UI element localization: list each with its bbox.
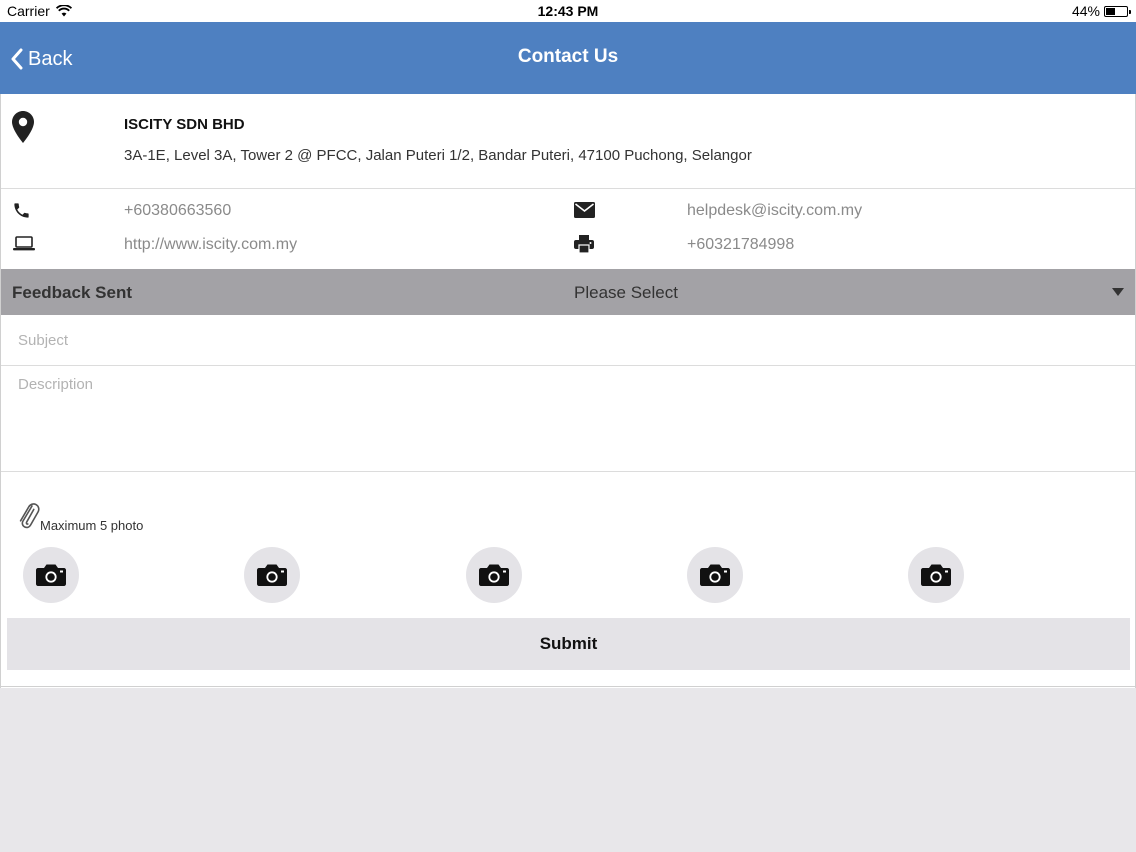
camera-icon xyxy=(257,564,287,586)
battery-fill xyxy=(1106,7,1115,15)
camera-icon xyxy=(479,564,509,586)
website-link[interactable]: http://www.iscity.com.my xyxy=(124,236,297,254)
map-pin-icon xyxy=(12,111,34,143)
envelope-icon xyxy=(574,202,595,218)
add-photo-button-1[interactable] xyxy=(23,547,79,603)
battery-icon xyxy=(1104,5,1131,17)
add-photo-button-2[interactable] xyxy=(244,547,300,603)
description-input[interactable] xyxy=(1,366,1135,472)
caret-down-icon[interactable] xyxy=(1112,288,1124,296)
phone-number[interactable]: +60380663560 xyxy=(124,202,231,220)
printer-icon xyxy=(574,235,594,253)
phone-icon xyxy=(14,203,29,218)
submit-button[interactable]: Submit xyxy=(7,618,1130,670)
laptop-icon xyxy=(13,236,35,251)
add-photo-button-4[interactable] xyxy=(687,547,743,603)
battery-indicator: 44% xyxy=(1071,3,1131,19)
company-address: 3A-1E, Level 3A, Tower 2 @ PFCC, Jalan P… xyxy=(124,147,752,164)
attachment-note: Maximum 5 photo xyxy=(40,518,144,533)
company-name: ISCITY SDN BHD xyxy=(124,116,245,133)
subject-input[interactable] xyxy=(1,315,1135,366)
add-photo-button-3[interactable] xyxy=(466,547,522,603)
camera-icon xyxy=(921,564,951,586)
camera-icon xyxy=(36,564,66,586)
company-address-block: ISCITY SDN BHD 3A-1E, Level 3A, Tower 2 … xyxy=(1,94,1135,189)
contact-details: +60380663560 helpdesk@iscity.com.my http… xyxy=(1,189,1135,269)
add-photo-button-5[interactable] xyxy=(908,547,964,603)
attachment-row: Maximum 5 photo xyxy=(1,472,1135,542)
content-divider xyxy=(1,686,1135,687)
paperclip-icon xyxy=(19,503,40,529)
feedback-select-value[interactable]: Please Select xyxy=(574,283,678,303)
email-address[interactable]: helpdesk@iscity.com.my xyxy=(687,202,862,220)
fax-number: +60321784998 xyxy=(687,236,795,253)
feedback-label: Feedback Sent xyxy=(12,283,132,302)
camera-icon xyxy=(700,564,730,586)
contact-content: ISCITY SDN BHD 3A-1E, Level 3A, Tower 2 … xyxy=(0,94,1136,688)
navigation-bar: Back Contact Us xyxy=(0,22,1136,94)
battery-percent: 44% xyxy=(1071,3,1100,19)
page-title: Contact Us xyxy=(517,46,619,67)
feedback-type-selector[interactable]: Feedback Sent Please Select xyxy=(1,269,1135,315)
status-time: 12:43 PM xyxy=(537,3,599,19)
status-bar: Carrier 12:43 PM 44% xyxy=(0,0,1136,22)
